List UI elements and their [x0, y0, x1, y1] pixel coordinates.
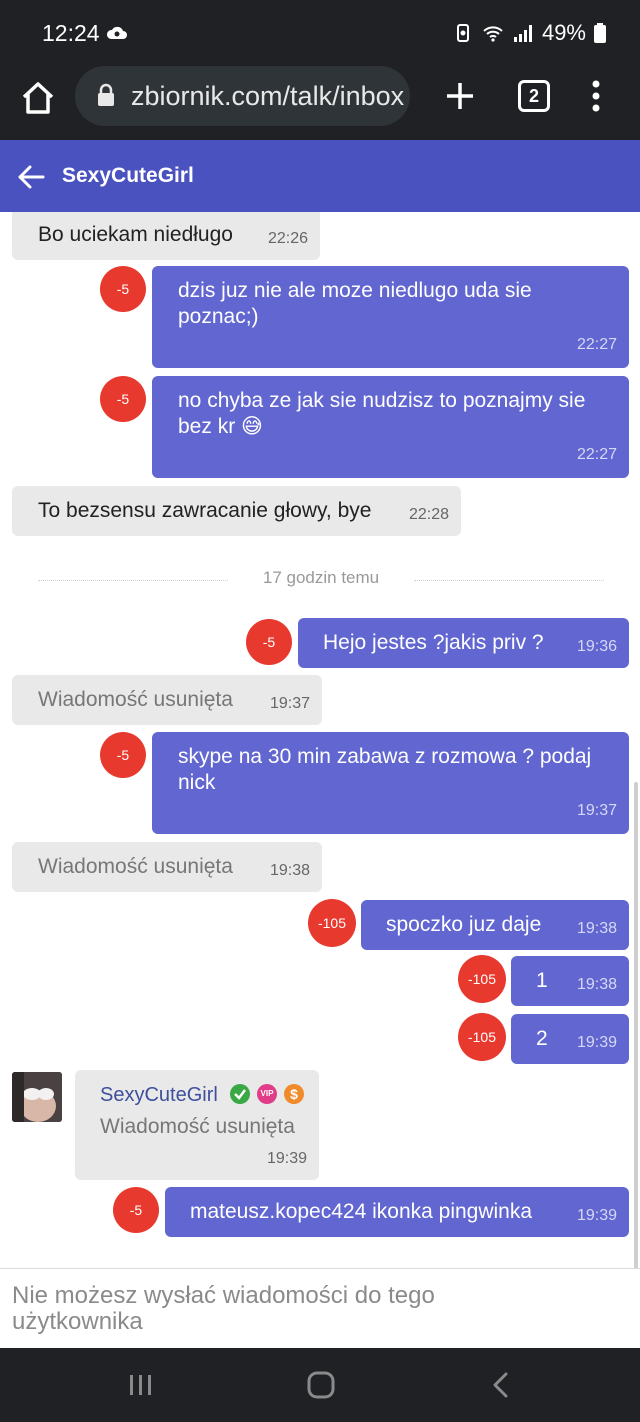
battery-level: 49% — [541, 20, 586, 45]
browser-toolbar: zbiornik.com/talk/inbox 2 — [0, 66, 640, 140]
sender-name[interactable]: SexyCuteGirl — [100, 1082, 218, 1108]
point-cost-badge: -5 — [246, 619, 292, 665]
point-cost-badge: -5 — [100, 732, 146, 778]
new-tab-icon[interactable] — [440, 76, 480, 116]
separator-label: 17 godzin temu — [262, 568, 380, 587]
lock-icon — [98, 83, 114, 106]
point-cost-badge: -5 — [100, 376, 146, 422]
message-text: Hejo jestes ?jakis priv ? — [323, 631, 544, 654]
message-text: Wiadomość usunięta — [100, 1115, 295, 1138]
message-time: 19:38 — [576, 976, 617, 993]
cannot-message-notice: Nie możesz wysłać wiadomości do tego uży… — [12, 1282, 435, 1335]
message-time: 19:37 — [269, 695, 310, 712]
message-text: skype na 30 min zabawa z rozmowa ? podaj… — [178, 745, 592, 794]
vip-icon: VIP — [257, 1084, 277, 1104]
message-text: no chyba ze jak sie nudzisz to poznajmy … — [178, 389, 586, 438]
message-outgoing: mateusz.kopec424 ikonka pingwinka 19:39 — [165, 1187, 629, 1237]
message-outgoing: dzis juz nie ale moze niedlugo uda sie p… — [152, 266, 629, 368]
vip-icon-label: VIP — [260, 1089, 274, 1098]
recent-apps-icon[interactable] — [128, 1373, 154, 1397]
avatar-image — [12, 1072, 62, 1122]
message-time: 22:28 — [408, 506, 449, 523]
message-outgoing: 1 19:38 — [511, 956, 629, 1006]
avatar[interactable] — [12, 1072, 62, 1122]
conversation-header: SexyCuteGirl — [0, 140, 640, 212]
message-time: 22:27 — [576, 446, 617, 463]
home-icon[interactable] — [18, 78, 58, 118]
cloud-sync-icon — [106, 26, 127, 39]
message-list[interactable]: Bo uciekam niedługo 22:26 -5 dzis juz ni… — [0, 212, 640, 1268]
system-navigation-bar — [0, 1348, 640, 1422]
message-text: Wiadomość usunięta — [38, 855, 233, 878]
battery-saver-icon — [456, 24, 469, 42]
message-incoming-deleted: SexyCuteGirl VIP $ Wiadomość usunięta 19… — [75, 1070, 319, 1180]
message-time: 19:38 — [269, 862, 310, 879]
message-text: mateusz.kopec424 ikonka pingwinka — [190, 1200, 533, 1223]
message-incoming: Bo uciekam niedługo 22:26 — [12, 212, 320, 260]
message-time: 19:39 — [266, 1150, 307, 1167]
message-text: Wiadomość usunięta — [38, 688, 233, 711]
dollar-icon-label: $ — [290, 1086, 298, 1102]
back-arrow-icon[interactable] — [16, 162, 46, 192]
point-cost-badge: -105 — [458, 1013, 506, 1061]
message-time: 19:39 — [576, 1034, 617, 1051]
tab-switcher-button[interactable]: 2 — [518, 80, 550, 112]
signal-icon — [513, 25, 532, 42]
message-text: Bo uciekam niedługo — [38, 223, 233, 246]
address-bar[interactable]: zbiornik.com/talk/inbox — [75, 66, 410, 126]
point-cost-badge: -105 — [458, 955, 506, 1003]
point-cost-badge: -5 — [100, 266, 146, 312]
message-time: 19:36 — [576, 638, 617, 655]
compose-area: Nie możesz wysłać wiadomości do tego uży… — [0, 1268, 640, 1348]
status-bar: 12:24 49% — [0, 0, 640, 66]
clock: 12:24 — [42, 20, 100, 46]
message-text: dzis juz nie ale moze niedlugo uda sie p… — [178, 279, 532, 328]
message-incoming: To bezsensu zawracanie głowy, bye 22:28 — [12, 486, 461, 536]
dollar-icon: $ — [284, 1084, 304, 1104]
url-text: zbiornik.com/talk/inbox — [131, 81, 405, 111]
message-text: 2 — [536, 1027, 548, 1050]
message-incoming-deleted: Wiadomość usunięta 19:37 — [12, 675, 322, 725]
message-text: To bezsensu zawracanie głowy, bye — [38, 499, 372, 522]
message-outgoing: Hejo jestes ?jakis priv ? 19:36 — [298, 618, 629, 668]
wifi-icon — [483, 26, 503, 42]
message-text: spoczko juz daje — [386, 913, 542, 936]
message-outgoing: skype na 30 min zabawa z rozmowa ? podaj… — [152, 732, 629, 834]
battery-icon — [594, 23, 606, 43]
point-cost-badge: -5 — [113, 1187, 159, 1233]
message-time: 19:38 — [576, 920, 617, 937]
verified-icon — [230, 1084, 250, 1104]
more-menu-icon[interactable] — [585, 76, 607, 116]
home-nav-icon[interactable] — [306, 1370, 336, 1400]
message-time: 22:26 — [267, 230, 308, 247]
point-cost-badge: -105 — [308, 899, 356, 947]
message-time: 19:37 — [576, 802, 617, 819]
scrollbar[interactable] — [634, 782, 638, 1268]
conversation-title[interactable]: SexyCuteGirl — [62, 164, 194, 188]
message-incoming-deleted: Wiadomość usunięta 19:38 — [12, 842, 322, 892]
message-outgoing: no chyba ze jak sie nudzisz to poznajmy … — [152, 376, 629, 478]
message-outgoing: spoczko juz daje 19:38 — [361, 900, 629, 950]
message-text: 1 — [536, 969, 548, 992]
message-outgoing: 2 19:39 — [511, 1014, 629, 1064]
message-time: 22:27 — [576, 336, 617, 353]
message-time: 19:39 — [576, 1207, 617, 1224]
back-nav-icon[interactable] — [490, 1372, 510, 1398]
time-separator: 17 godzin temu — [38, 568, 604, 592]
